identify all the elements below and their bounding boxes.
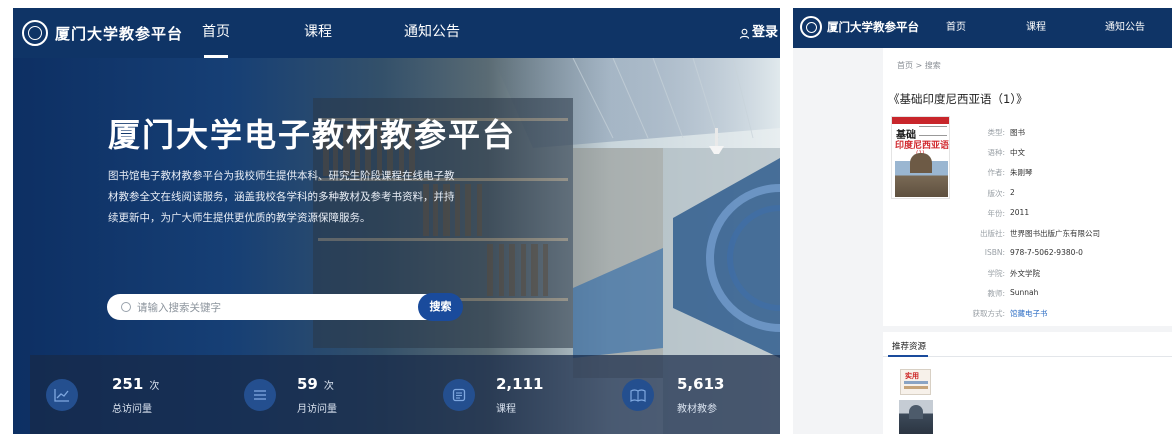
search-placeholder: 请输入搜索关键字 xyxy=(137,301,221,314)
top-nav: 厦门大学教参平台 首页 课程 通知公告 xyxy=(793,8,1172,48)
nav-home[interactable]: 首页 xyxy=(202,8,230,58)
list-icon xyxy=(244,379,276,411)
stat-label: 月访问量 xyxy=(297,404,337,415)
nav-notices[interactable]: 通知公告 xyxy=(1105,8,1145,48)
stat-monthly-visits: 59 次 月访问量 xyxy=(244,355,414,434)
user-icon xyxy=(739,28,750,39)
nav-notices[interactable]: 通知公告 xyxy=(404,8,460,58)
recommended-resources: 推荐资源 实用 xyxy=(883,332,1172,434)
login-button[interactable]: 登录 xyxy=(739,8,778,58)
nav-courses[interactable]: 课程 xyxy=(304,8,332,58)
recommended-book-thumbnail[interactable]: 实用 xyxy=(900,369,931,395)
logo-text: 厦门大学教参平台 xyxy=(827,20,919,34)
tab-recommended[interactable]: 推荐资源 xyxy=(892,340,926,352)
stat-value: 2,111 xyxy=(496,375,544,393)
access-link[interactable]: 馆藏电子书 xyxy=(1010,308,1048,319)
site-logo[interactable]: 厦门大学教参平台 xyxy=(22,20,183,46)
breadcrumb[interactable]: 首页 > 搜索 xyxy=(897,60,941,71)
stat-label: 课程 xyxy=(496,404,516,415)
stat-total-visits: 251 次 总访问量 xyxy=(46,355,216,434)
university-seal-icon xyxy=(800,16,822,38)
stat-textbooks: 5,613 教材教参 xyxy=(622,355,780,434)
logo-text: 厦门大学教参平台 xyxy=(55,24,184,43)
hero-title: 厦门大学电子教材教参平台 xyxy=(108,116,517,154)
course-icon xyxy=(443,379,475,411)
stats-bar: 251 次 总访问量 59 次 月访问量 2,111 课程 5,613 教材教参 xyxy=(30,355,780,434)
book-icon xyxy=(622,379,654,411)
tab-active-underline xyxy=(888,355,928,357)
nav-home[interactable]: 首页 xyxy=(946,8,966,48)
stat-label: 总访问量 xyxy=(112,404,152,415)
stat-value: 251 次 xyxy=(112,375,160,393)
detail-panel: 厦门大学教参平台 首页 课程 通知公告 首页 > 搜索 《基础印度尼西亚语（1）… xyxy=(793,8,1172,434)
hero-banner: 厦门大学电子教材教参平台 图书馆电子教材教参平台为我校师生提供本科、研究生阶段课… xyxy=(13,58,780,434)
search-input[interactable]: 请输入搜索关键字 xyxy=(107,294,461,320)
stat-value: 59 次 xyxy=(297,375,334,393)
line-chart-icon xyxy=(46,379,78,411)
stat-value: 5,613 xyxy=(677,375,725,393)
screenshot-canvas: 厦门大学教参平台 首页 课程 通知公告 登录 厦门大学电子教材教参平台 图书馆电… xyxy=(0,0,1172,434)
book-title: 《基础印度尼西亚语（1）》 xyxy=(888,92,1028,106)
login-label: 登录 xyxy=(751,25,778,40)
top-nav: 厦门大学教参平台 首页 课程 通知公告 登录 xyxy=(13,8,780,58)
homepage-panel: 厦门大学教参平台 首页 课程 通知公告 登录 厦门大学电子教材教参平台 图书馆电… xyxy=(13,8,780,434)
stat-label: 教材教参 xyxy=(677,404,717,415)
thumbnail-label: 实用 xyxy=(905,372,919,380)
nav-courses[interactable]: 课程 xyxy=(1026,8,1046,48)
stat-courses: 2,111 课程 xyxy=(443,355,613,434)
site-logo[interactable]: 厦门大学教参平台 xyxy=(800,16,919,38)
book-detail-card: 首页 > 搜索 《基础印度尼西亚语（1）》 基础 印度尼西亚语 (1) 类型: … xyxy=(883,48,1172,326)
search-icon xyxy=(121,302,131,312)
search-button[interactable]: 搜索 xyxy=(418,293,463,321)
book-cover-image[interactable]: 基础 印度尼西亚语 (1) xyxy=(891,116,950,199)
university-seal-icon xyxy=(22,20,48,46)
hero-description: 图书馆电子教材教参平台为我校师生提供本科、研究生阶段课程在线电子教材教参全文在线… xyxy=(108,170,455,224)
recommended-book-thumbnail[interactable] xyxy=(899,400,933,434)
